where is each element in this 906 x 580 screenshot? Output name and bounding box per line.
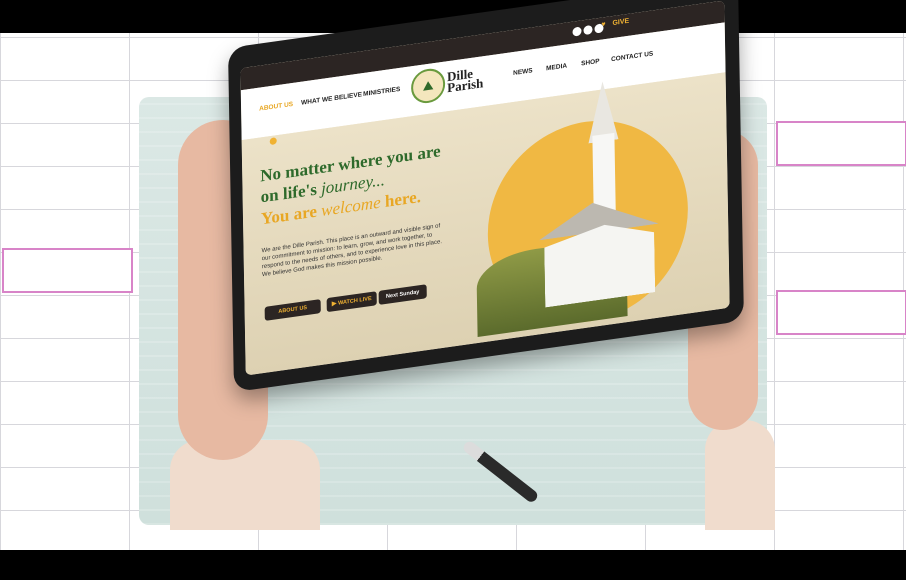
- right-sleeve: [705, 420, 775, 530]
- facebook-icon[interactable]: [572, 26, 582, 37]
- nav-news[interactable]: NEWS: [513, 67, 533, 77]
- next-sunday-button[interactable]: Next Sunday: [378, 284, 427, 305]
- highlight-box: [776, 121, 906, 166]
- nav-what-we-believe[interactable]: WHAT WE BELIEVE: [301, 91, 362, 107]
- hero-body-text: We are the Dille Parish. This place is a…: [261, 223, 443, 279]
- nav-ministries[interactable]: MINISTRIES: [363, 86, 400, 98]
- instagram-icon[interactable]: [583, 24, 593, 36]
- active-indicator: [269, 137, 277, 146]
- nav-media[interactable]: MEDIA: [546, 62, 567, 72]
- about-us-button[interactable]: ABOUT US: [264, 299, 321, 321]
- nav-contact-us[interactable]: CONTACT US: [611, 50, 653, 63]
- brand-name[interactable]: Dille Parish: [447, 66, 484, 96]
- subheading-part-3: here.: [380, 186, 422, 212]
- heart-icon: ♥: [601, 21, 606, 29]
- watch-live-label: WATCH LIVE: [338, 295, 372, 307]
- website-screen: ♥ GIVE ABOUT US WHAT WE BELIEVE MINISTRI…: [240, 0, 730, 376]
- highlight-box: [776, 290, 906, 335]
- give-link[interactable]: GIVE: [612, 18, 629, 27]
- nav-shop[interactable]: SHOP: [581, 58, 600, 68]
- highlight-box: [2, 248, 133, 293]
- watch-live-button[interactable]: ▶ WATCH LIVE: [326, 291, 377, 313]
- brand-line-2: Parish: [447, 75, 484, 96]
- nav-about-us[interactable]: ABOUT US: [259, 101, 293, 113]
- parish-logo[interactable]: ⛰: [410, 66, 446, 106]
